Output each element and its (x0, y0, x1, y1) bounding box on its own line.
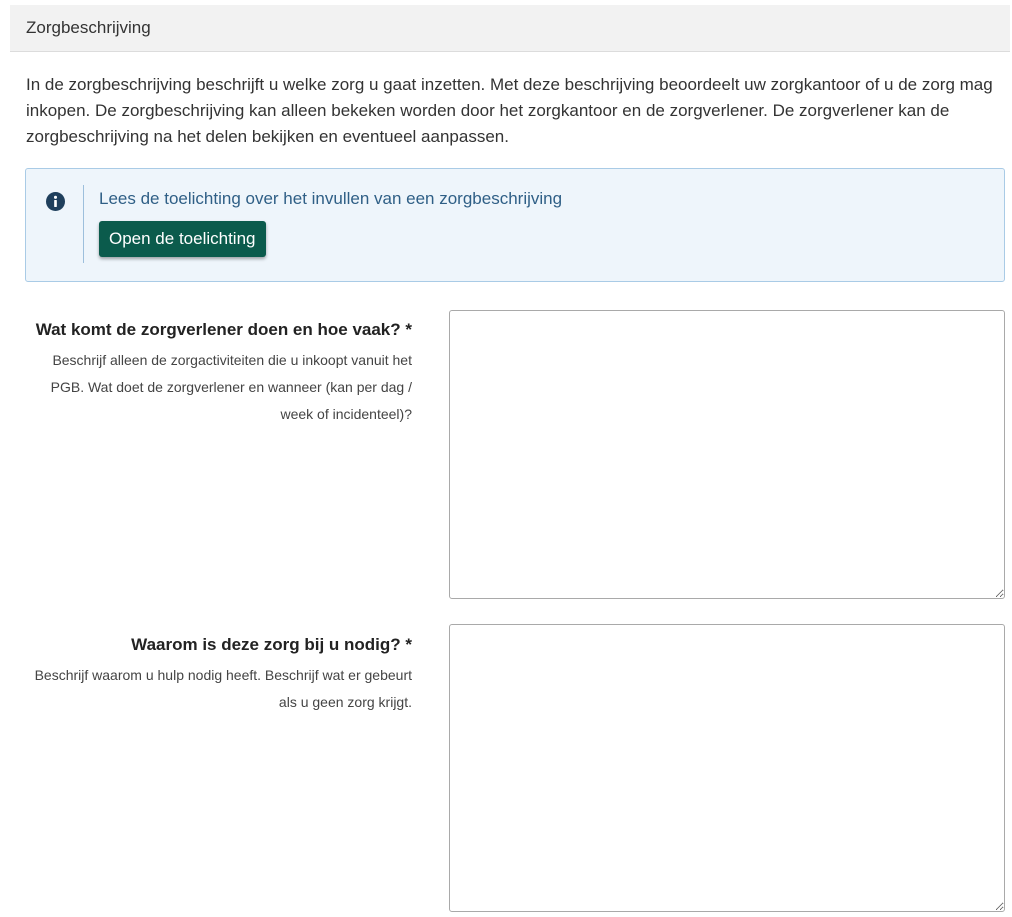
info-divider (83, 185, 84, 263)
field-label-care-activities: Wat komt de zorgverlener doen en hoe vaa… (20, 316, 412, 428)
page: Zorgbeschrijving In de zorgbeschrijving … (0, 0, 1012, 917)
info-circle-icon (46, 192, 65, 211)
panel-header: Zorgbeschrijving (10, 5, 1010, 52)
panel-title: Zorgbeschrijving (26, 18, 151, 37)
care-activities-textarea[interactable] (449, 310, 1005, 599)
info-text: Lees de toelichting over het invullen va… (99, 189, 563, 208)
field-help: Beschrijf waarom u hulp nodig heeft. Bes… (34, 667, 412, 710)
field-help: Beschrijf alleen de zorgactiviteiten die… (50, 352, 412, 422)
field-title: Wat komt de zorgverlener doen en hoe vaa… (35, 320, 412, 339)
care-reason-textarea[interactable] (449, 624, 1005, 912)
info-box: Lees de toelichting over het invullen va… (25, 168, 1005, 282)
field-label-care-reason: Waarom is deze zorg bij u nodig? * Besch… (20, 631, 412, 716)
intro-text: In de zorgbeschrijving beschrijft u welk… (26, 75, 993, 146)
open-explanation-button[interactable]: Open de toelichting (99, 221, 266, 257)
field-title: Waarom is deze zorg bij u nodig? * (131, 635, 412, 654)
